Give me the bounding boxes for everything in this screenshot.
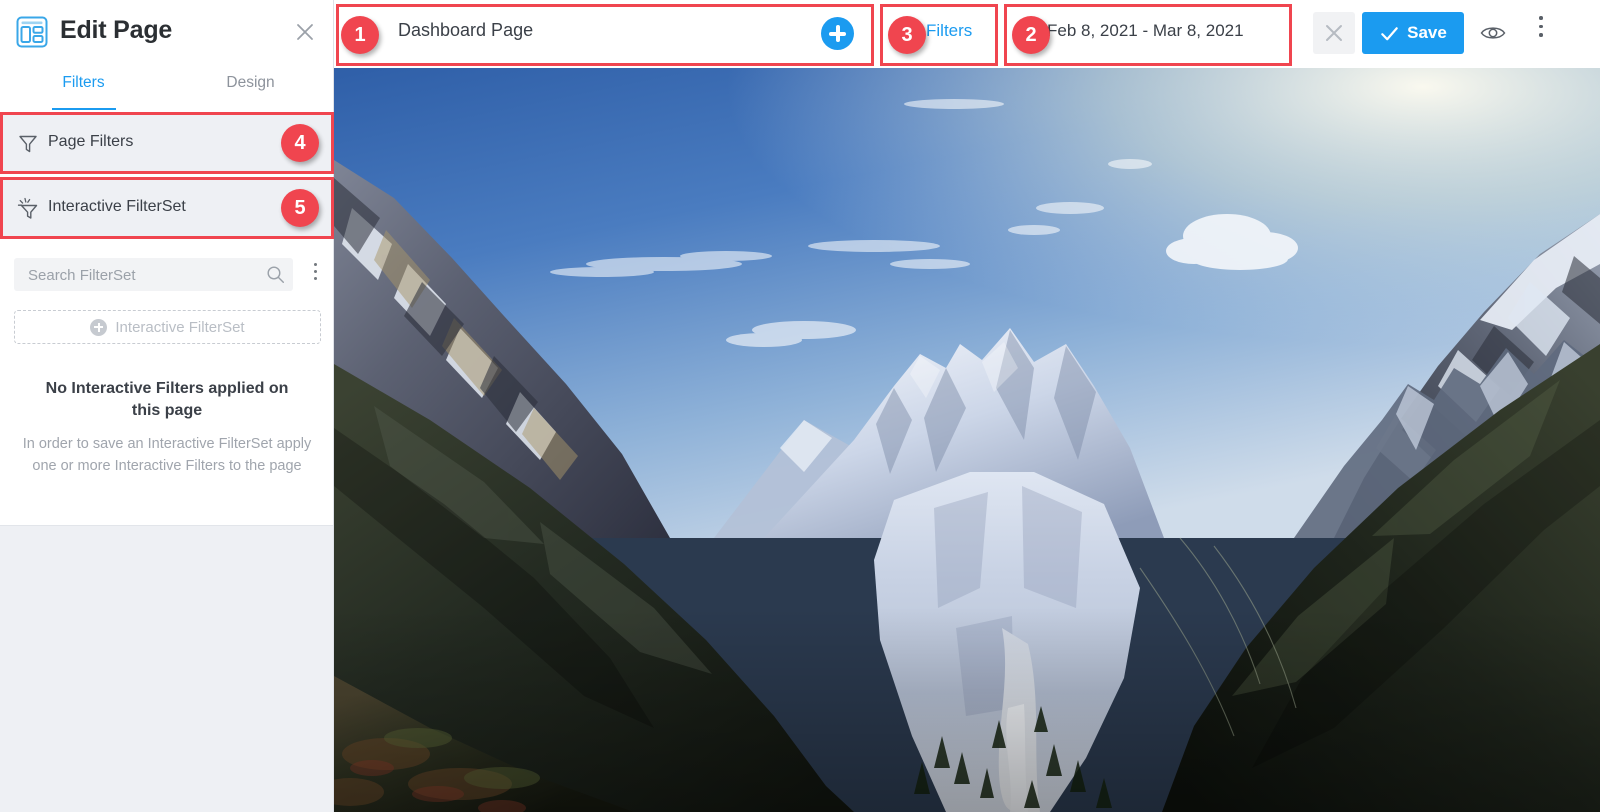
annotation-badge-4: 4 xyxy=(281,124,319,162)
funnel-icon xyxy=(16,131,40,155)
dashboard-toolbar: Dashboard Page Filters Feb 8, 2021 - Mar… xyxy=(334,0,1600,68)
kebab-dot xyxy=(1539,33,1543,37)
empty-state-title: No Interactive Filters applied on this p… xyxy=(45,380,289,419)
dashboard-layout-icon xyxy=(15,15,49,49)
close-icon xyxy=(1326,25,1342,41)
filters-link[interactable]: Filters xyxy=(926,21,972,41)
dashboard-title-field[interactable]: Dashboard Page xyxy=(398,20,533,41)
kebab-dot xyxy=(313,277,317,280)
dashboard-background-image xyxy=(334,68,1600,812)
tab-design[interactable]: Design xyxy=(167,70,333,110)
plus-circle-icon xyxy=(90,318,108,336)
search-input[interactable] xyxy=(26,258,260,293)
kebab-dot xyxy=(1539,24,1543,28)
cancel-button[interactable] xyxy=(1313,12,1355,54)
date-range-field[interactable]: Feb 8, 2021 - Mar 8, 2021 xyxy=(1047,21,1244,41)
sidebar-tabs: Filters Design xyxy=(0,70,333,110)
annotation-badge-3: 3 xyxy=(888,16,926,54)
add-interactive-filterset-button[interactable]: Interactive FilterSet xyxy=(14,310,321,344)
page-filters-label: Page Filters xyxy=(48,133,134,150)
save-label: Save xyxy=(1407,23,1447,42)
search-icon[interactable] xyxy=(266,265,285,284)
interactive-filterset-label: Interactive FilterSet xyxy=(48,198,186,215)
filterset-search xyxy=(14,258,293,293)
sidebar-title: Edit Page xyxy=(60,16,173,44)
kebab-dot xyxy=(1539,16,1543,20)
close-icon[interactable] xyxy=(293,20,317,44)
app-root: Edit Page Filters Design Page Filters In… xyxy=(0,0,1600,812)
eye-icon[interactable] xyxy=(1479,19,1507,47)
main-area: Dashboard Page Filters Feb 8, 2021 - Mar… xyxy=(334,0,1600,812)
filterset-more-icon[interactable] xyxy=(306,263,324,287)
add-widget-button[interactable] xyxy=(821,17,854,50)
sidebar-header: Edit Page xyxy=(0,0,333,66)
annotation-badge-2: 2 xyxy=(1012,16,1050,54)
interactive-funnel-icon xyxy=(16,196,40,220)
empty-state-subtitle: In order to save an Interactive FilterSe… xyxy=(22,436,312,474)
kebab-dot xyxy=(313,263,317,266)
edit-page-sidebar: Edit Page Filters Design Page Filters In… xyxy=(0,0,334,812)
add-filterset-label: Interactive FilterSet xyxy=(115,318,245,336)
dashboard-more-icon[interactable] xyxy=(1532,16,1550,50)
kebab-dot xyxy=(313,270,317,273)
annotation-badge-1: 1 xyxy=(341,16,379,54)
tab-filters[interactable]: Filters xyxy=(0,70,167,110)
save-button[interactable]: Save xyxy=(1362,12,1464,54)
annotation-badge-5: 5 xyxy=(281,189,319,227)
check-icon xyxy=(1381,26,1398,40)
